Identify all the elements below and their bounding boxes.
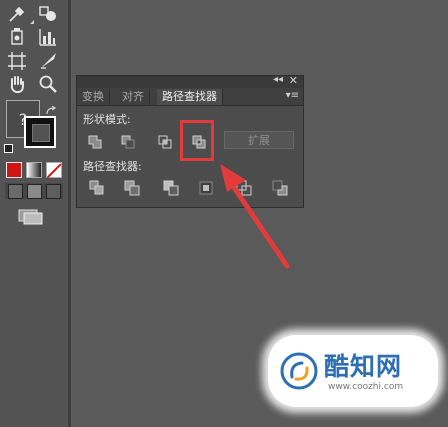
- tools-panel: ?: [0, 0, 71, 427]
- watermark: 酷知网 www.coozhi.com: [268, 335, 438, 407]
- default-fill-stroke-icon[interactable]: [4, 144, 13, 153]
- panel-tab-bar: 变换 对齐 路径查找器 ▾≡: [77, 88, 303, 106]
- pathfinders-label: 路径查找器:: [83, 160, 142, 173]
- draw-normal-icon[interactable]: [8, 184, 23, 199]
- symbol-sprayer-tool-icon[interactable]: [6, 26, 28, 48]
- highlight-box: [180, 120, 214, 161]
- watermark-logo-icon: [280, 352, 318, 390]
- eyedropper-tool-icon[interactable]: [6, 3, 28, 25]
- merge-button[interactable]: [162, 179, 180, 197]
- expand-button[interactable]: 扩展: [224, 131, 294, 149]
- drawing-modes-bar: [5, 183, 63, 199]
- divide-button[interactable]: [88, 179, 106, 197]
- collapse-panel-icon[interactable]: ◂◂: [273, 74, 283, 85]
- screen-mode-icon[interactable]: [18, 209, 44, 225]
- unite-button[interactable]: [86, 133, 104, 151]
- close-icon[interactable]: ✕: [289, 74, 298, 87]
- tab-transform[interactable]: 变换: [77, 89, 110, 105]
- column-graph-tool-icon[interactable]: [37, 26, 59, 48]
- intersect-button[interactable]: [156, 133, 174, 151]
- tab-align[interactable]: 对齐: [117, 89, 150, 105]
- minus-front-button[interactable]: [119, 133, 137, 151]
- slice-tool-icon[interactable]: [37, 50, 59, 72]
- panel-menu-icon[interactable]: ▾≡: [286, 90, 299, 101]
- artboard-tool-icon[interactable]: [6, 50, 28, 72]
- tab-pathfinder[interactable]: 路径查找器: [157, 89, 223, 105]
- fill-stroke-control: ?: [4, 100, 62, 154]
- none-mode-button[interactable]: [46, 162, 62, 179]
- gradient-mode-button[interactable]: [26, 162, 42, 178]
- crop-button[interactable]: [197, 179, 215, 197]
- draw-inside-icon[interactable]: [46, 184, 61, 199]
- zoom-tool-icon[interactable]: [37, 73, 59, 95]
- hand-tool-icon[interactable]: [6, 73, 28, 95]
- shape-modes-label: 形状模式:: [83, 113, 131, 126]
- tool-flyout-indicator: [30, 20, 34, 24]
- color-mode-button[interactable]: [6, 162, 22, 178]
- trim-button[interactable]: [123, 179, 141, 197]
- stroke-swatch[interactable]: [24, 116, 56, 148]
- watermark-url: www.coozhi.com: [328, 382, 404, 392]
- blend-tool-icon[interactable]: [37, 3, 59, 25]
- watermark-name: 酷知网: [324, 352, 403, 381]
- draw-behind-icon[interactable]: [27, 184, 42, 199]
- panel-title-bar[interactable]: ◂◂ ✕: [77, 74, 303, 88]
- annotation-arrow: [220, 164, 290, 269]
